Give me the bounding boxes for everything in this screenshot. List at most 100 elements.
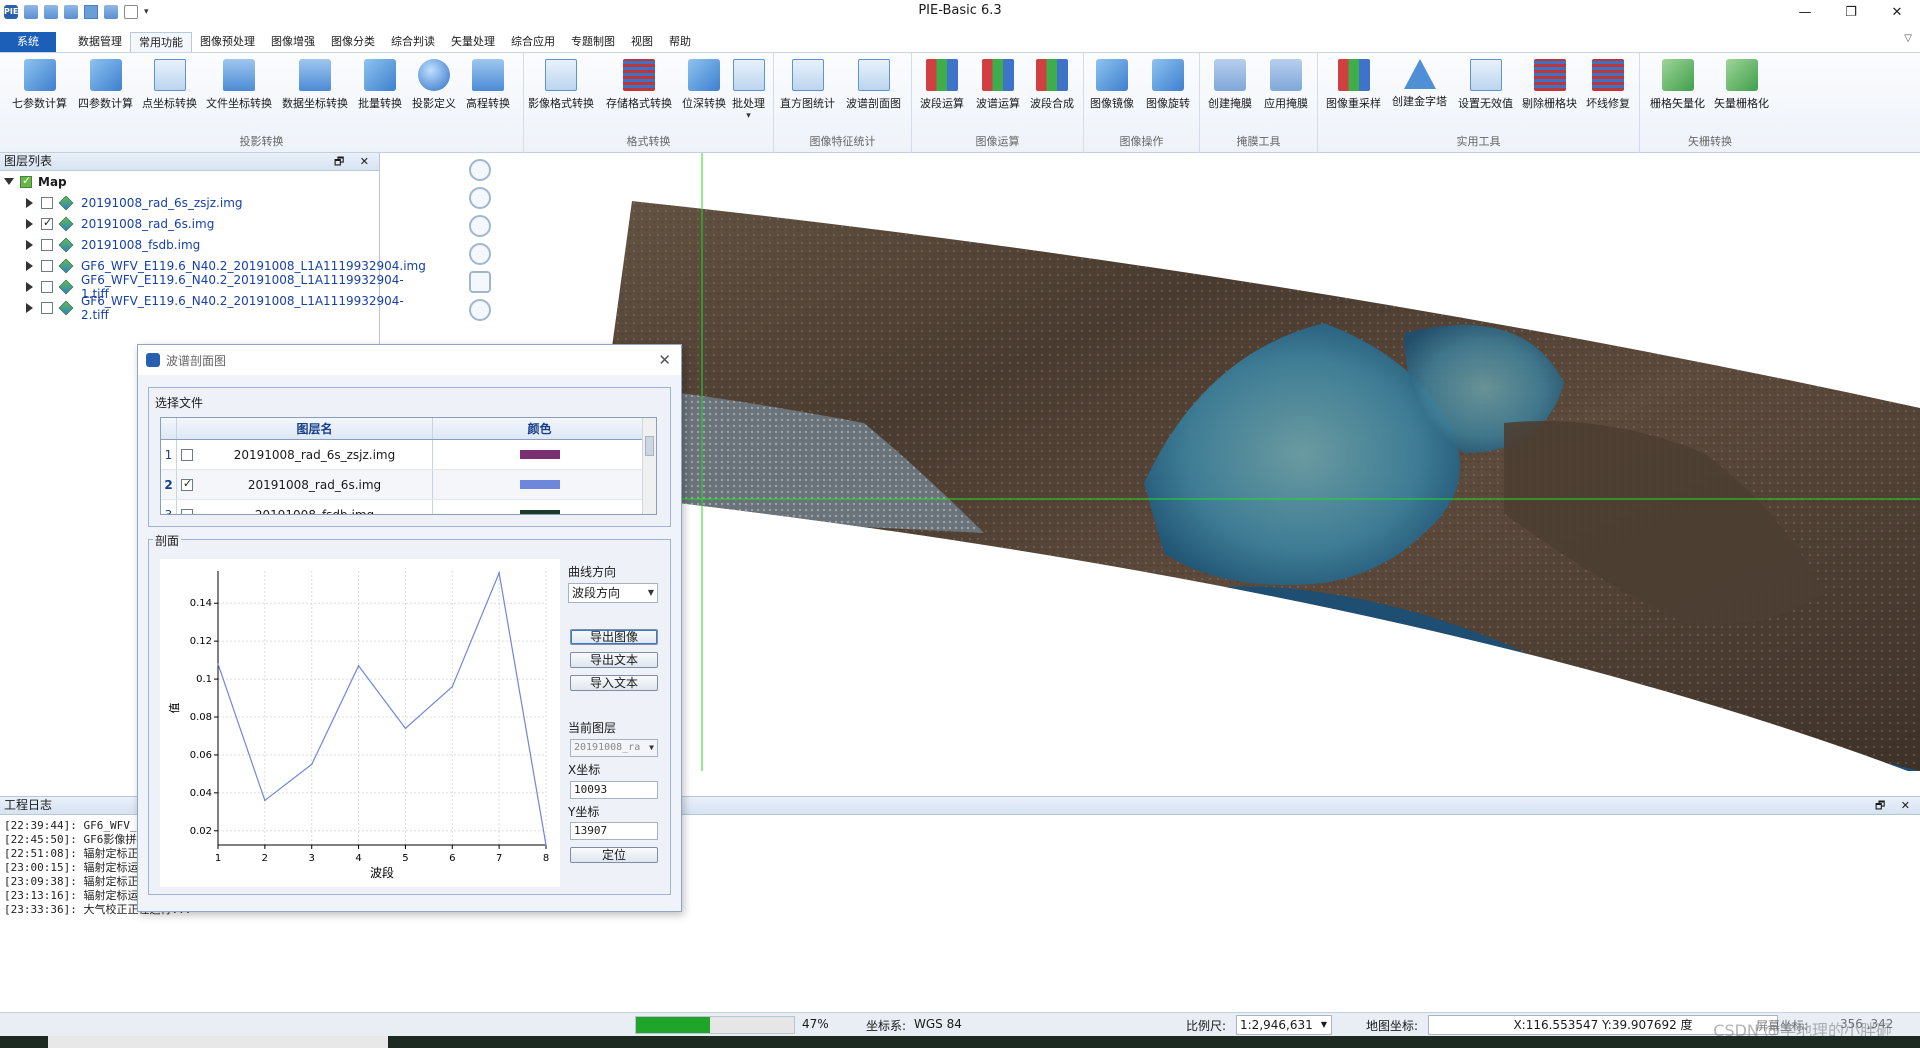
tab-vector[interactable]: 矢量处理 <box>443 32 503 52</box>
customize-toolbar-icon[interactable]: ▾ <box>144 7 149 17</box>
tab-system[interactable]: 系统 <box>0 32 56 52</box>
export-image-button[interactable]: 导出图像 <box>570 629 658 645</box>
fixed-zoom-out-icon[interactable] <box>469 243 491 265</box>
layer-item[interactable]: 20191008_rad_6s.img <box>0 213 379 234</box>
full-extent-icon[interactable] <box>469 299 491 321</box>
zoom-out-icon[interactable] <box>469 187 491 209</box>
root-checkbox[interactable] <box>20 174 32 188</box>
row-checkbox[interactable] <box>181 477 193 491</box>
scale-select[interactable]: 1:2,946,631 ▼ <box>1236 1015 1332 1035</box>
remove-tiles-button[interactable]: 剔除栅格块 <box>1522 59 1577 111</box>
curve-direction-select[interactable]: 波段方向 ▼ <box>568 583 658 603</box>
x-coord-input[interactable]: 10093 <box>570 781 658 799</box>
layer-checkbox[interactable] <box>41 238 53 251</box>
panel-dock-close-buttons[interactable]: 🗗 ✕ <box>334 153 375 170</box>
batch-convert-button[interactable]: 批量转换 <box>358 59 402 111</box>
ribbon-collapse-icon[interactable]: ▽ <box>1904 33 1912 44</box>
layer-item[interactable]: GF6_WFV_E119.6_N40.2_20191008_L1A1119932… <box>0 294 404 322</box>
resample-button[interactable]: 图像重采样 <box>1326 59 1381 111</box>
band-math-button[interactable]: 波段运算 <box>920 59 964 111</box>
undo-icon[interactable] <box>124 5 138 19</box>
color-swatch[interactable] <box>519 480 560 489</box>
tab-data-management[interactable]: 数据管理 <box>70 32 130 52</box>
export-text-button[interactable]: 导出文本 <box>570 652 658 668</box>
zoom-in-icon[interactable] <box>469 159 491 181</box>
expand-icon[interactable] <box>26 197 33 208</box>
set-nodata-button[interactable]: 设置无效值 <box>1458 59 1513 111</box>
projection-define-button[interactable]: 投影定义 <box>412 59 456 111</box>
color-swatch[interactable] <box>519 510 560 514</box>
layer-item[interactable]: 20191008_rad_6s_zsjz.img <box>0 192 379 213</box>
expand-icon[interactable] <box>4 178 14 185</box>
apply-mask-button[interactable]: 应用掩膜 <box>1264 59 1308 111</box>
seven-param-button[interactable]: 七参数计算 <box>12 59 67 111</box>
save-as-icon[interactable] <box>104 5 118 19</box>
row-checkbox[interactable] <box>181 448 193 461</box>
dialog-title-bar[interactable]: 波谱剖面图 ✕ <box>138 345 681 375</box>
current-layer-select[interactable]: 20191008_ra ▼ <box>570 739 658 757</box>
spectral-math-button[interactable]: 波谱运算 <box>976 59 1020 111</box>
expand-icon[interactable] <box>26 260 33 271</box>
grid-row-selected[interactable]: 2 20191008_rad_6s.img <box>161 470 656 500</box>
tab-enhancement[interactable]: 图像增强 <box>263 32 323 52</box>
create-mask-button[interactable]: 创建掩膜 <box>1208 59 1252 111</box>
minimize-button[interactable]: — <box>1782 0 1828 24</box>
new-project-icon[interactable] <box>24 5 38 19</box>
mirror-button[interactable]: 图像镜像 <box>1090 59 1134 111</box>
dialog-close-button[interactable]: ✕ <box>658 351 671 369</box>
layer-tree-root[interactable]: Map <box>0 171 379 192</box>
data-coord-button[interactable]: 数据坐标转换 <box>282 59 348 111</box>
locate-button[interactable]: 定位 <box>570 847 658 863</box>
pan-hand-icon[interactable] <box>469 271 491 293</box>
grid-scrollbar[interactable] <box>642 418 656 514</box>
bit-depth-button[interactable]: 位深转换 <box>682 59 726 111</box>
layer-checkbox[interactable] <box>41 196 53 209</box>
panel-dock-close-buttons[interactable]: 🗗 ✕ <box>1875 797 1916 814</box>
four-param-button[interactable]: 四参数计算 <box>78 59 133 111</box>
spectral-profile-button[interactable]: 波谱剖面图 <box>846 59 901 111</box>
image-format-button[interactable]: 影像格式转换 <box>528 59 594 111</box>
grid-row[interactable]: 1 20191008_rad_6s_zsjz.img <box>161 440 656 470</box>
map-view[interactable] <box>504 153 1920 771</box>
tab-applications[interactable]: 综合应用 <box>503 32 563 52</box>
band-composite-button[interactable]: 波段合成 <box>1030 59 1074 111</box>
batch-process-button[interactable]: 批处理 ▾ <box>732 59 765 121</box>
import-text-button[interactable]: 导入文本 <box>570 675 658 691</box>
raster-to-vector-button[interactable]: 栅格矢量化 <box>1650 59 1705 111</box>
layer-checkbox[interactable] <box>41 280 53 293</box>
layer-checkbox[interactable] <box>41 216 53 230</box>
expand-icon[interactable] <box>26 302 33 313</box>
maximize-button[interactable]: ❐ <box>1828 0 1874 24</box>
expand-icon[interactable] <box>26 281 33 292</box>
expand-icon[interactable] <box>26 239 33 250</box>
tab-interpretation[interactable]: 综合判读 <box>383 32 443 52</box>
color-swatch[interactable] <box>519 450 560 459</box>
tab-common-functions[interactable]: 常用功能 <box>130 32 192 52</box>
elevation-convert-button[interactable]: 高程转换 <box>466 59 510 111</box>
tab-view[interactable]: 视图 <box>623 32 661 52</box>
storage-format-button[interactable]: 存储格式转换 <box>606 59 672 111</box>
grid-row[interactable]: 3 20191008_fsdb.img <box>161 500 656 514</box>
tab-help[interactable]: 帮助 <box>661 32 699 52</box>
vector-to-raster-button[interactable]: 矢量栅格化 <box>1714 59 1769 111</box>
point-coord-button[interactable]: 点坐标转换 <box>142 59 197 111</box>
close-button[interactable]: ✕ <box>1874 0 1920 24</box>
rotate-button[interactable]: 图像旋转 <box>1146 59 1190 111</box>
y-coord-input[interactable]: 13907 <box>570 822 658 840</box>
bad-line-repair-button[interactable]: 坏线修复 <box>1586 59 1630 111</box>
open-data-icon[interactable] <box>64 5 78 19</box>
expand-icon[interactable] <box>26 218 33 229</box>
layer-item[interactable]: 20191008_fsdb.img <box>0 234 379 255</box>
tab-preprocessing[interactable]: 图像预处理 <box>192 32 263 52</box>
layer-checkbox[interactable] <box>41 301 53 314</box>
tab-thematic-mapping[interactable]: 专题制图 <box>563 32 623 52</box>
histogram-button[interactable]: 直方图统计 <box>780 59 835 111</box>
layer-checkbox[interactable] <box>41 259 53 272</box>
file-coord-button[interactable]: 文件坐标转换 <box>206 59 272 111</box>
pyramid-button[interactable]: 创建金字塔 <box>1392 59 1447 109</box>
open-project-icon[interactable] <box>44 5 58 19</box>
tab-classification[interactable]: 图像分类 <box>323 32 383 52</box>
save-icon[interactable] <box>84 5 98 19</box>
scroll-thumb[interactable] <box>645 436 654 456</box>
row-checkbox[interactable] <box>181 508 193 514</box>
